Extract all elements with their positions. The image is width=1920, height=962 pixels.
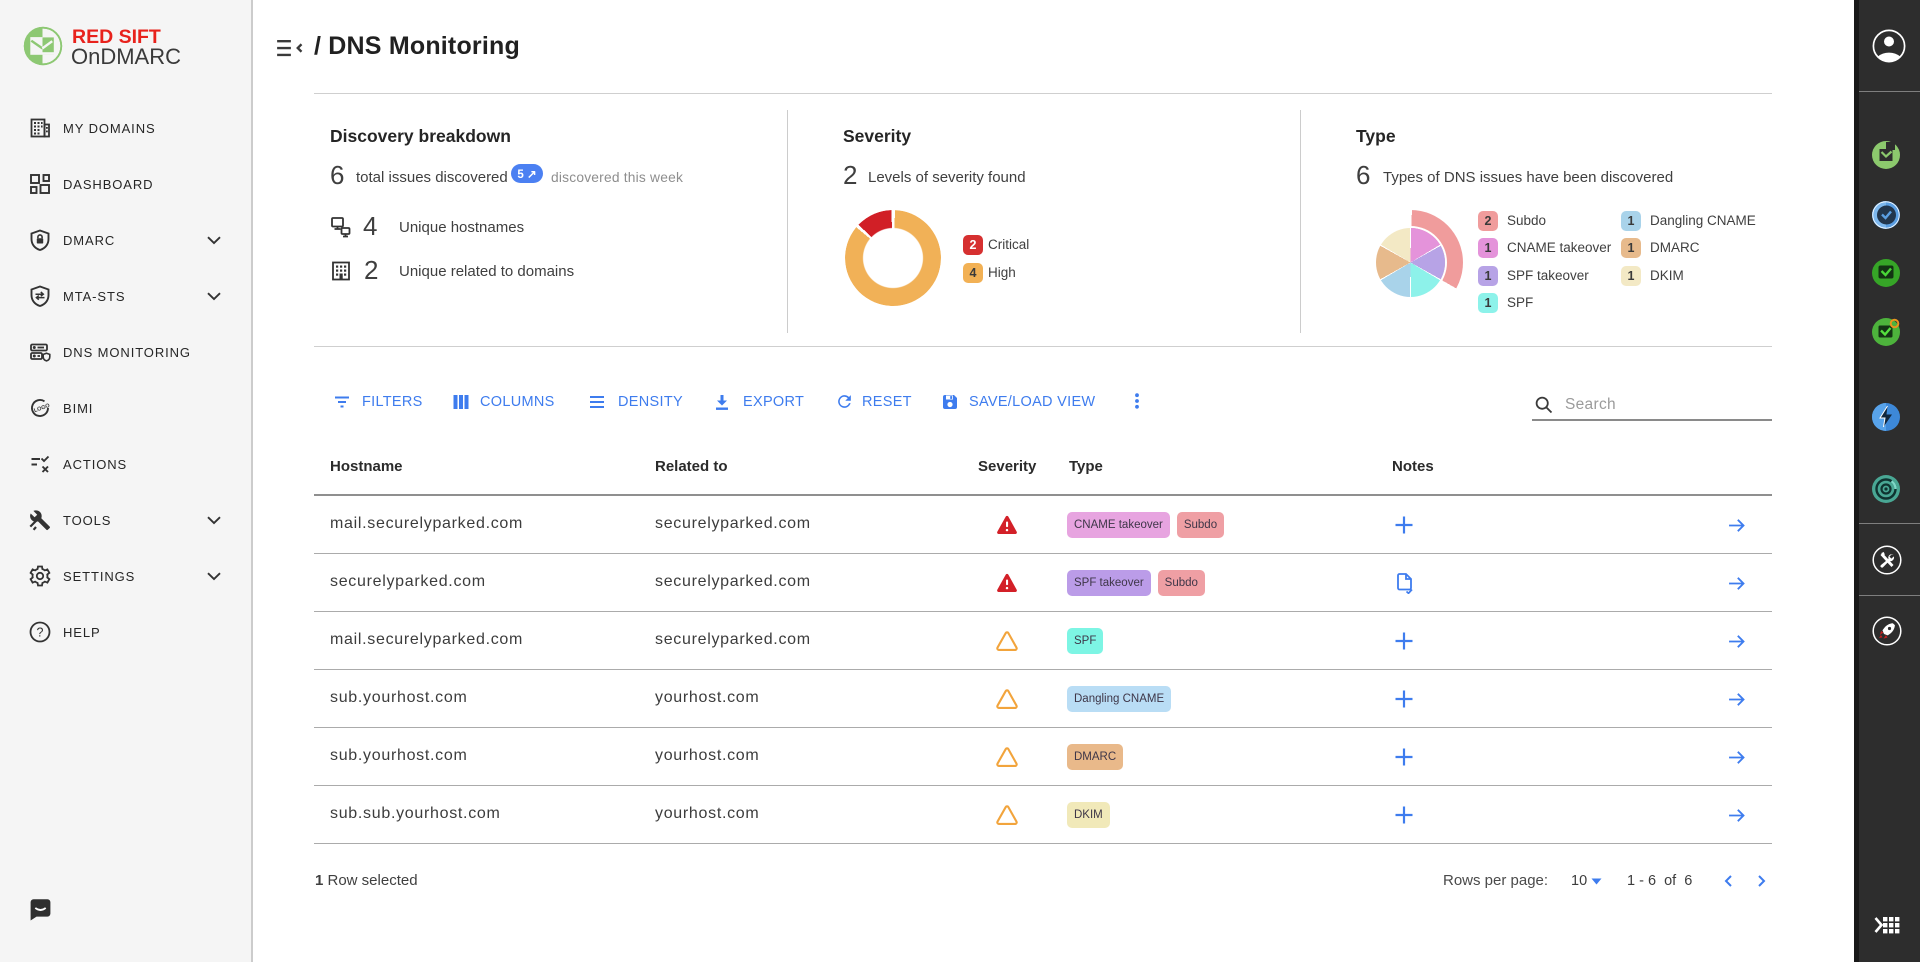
svg-text:LOGO: LOGO bbox=[33, 403, 51, 414]
svg-text:?: ? bbox=[37, 625, 44, 639]
